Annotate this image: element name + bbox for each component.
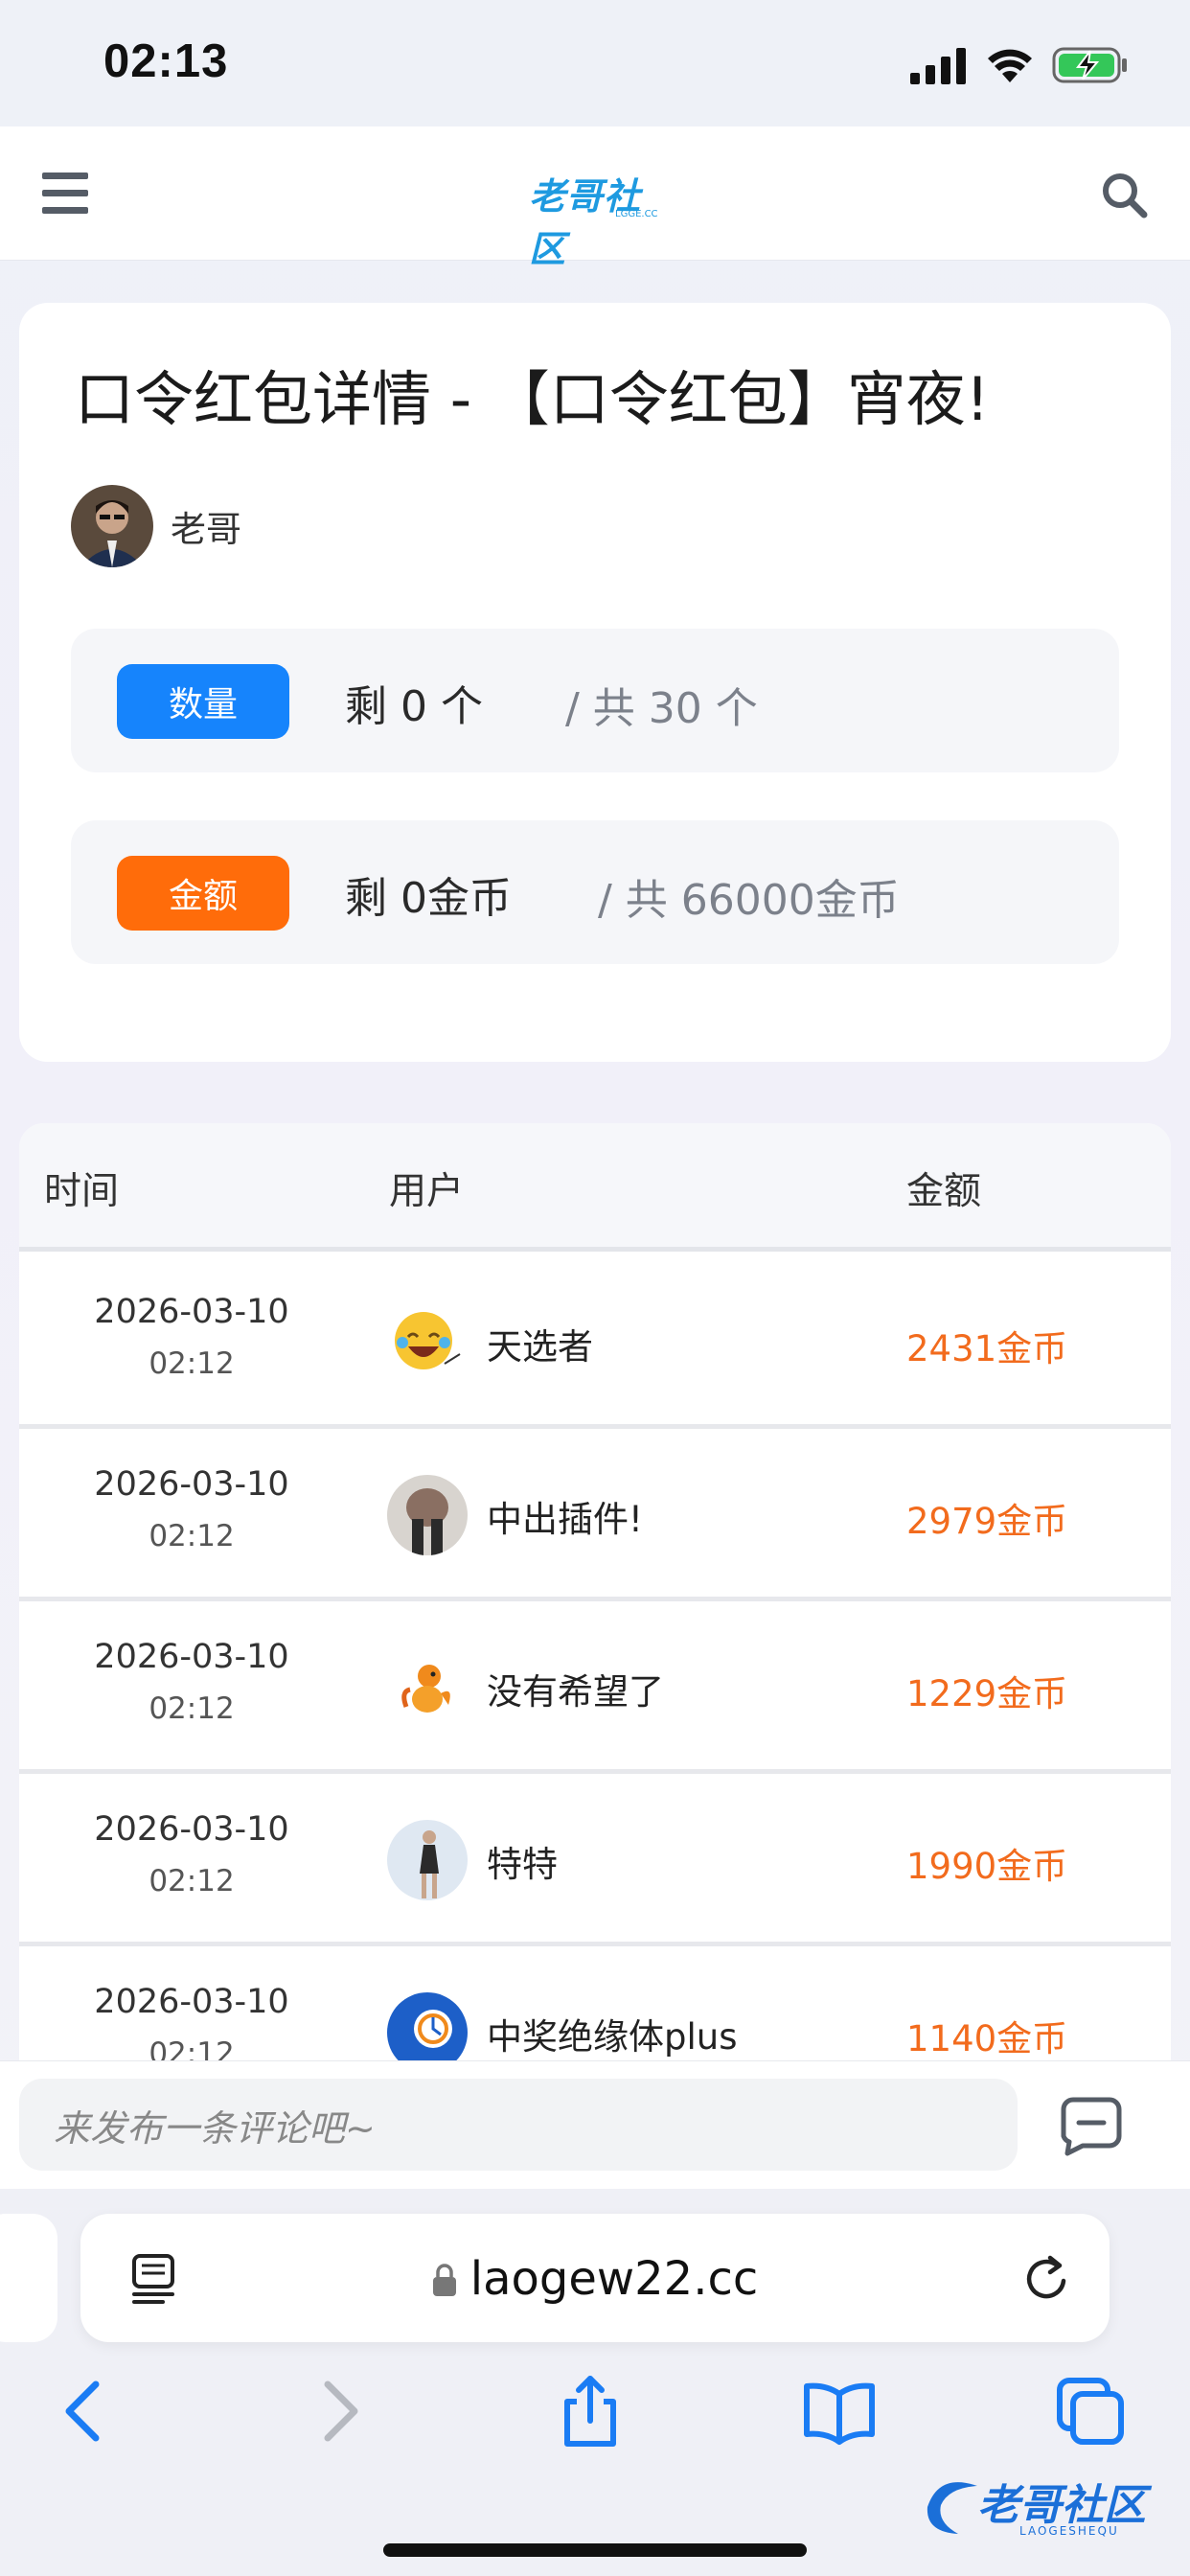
reload-icon[interactable] xyxy=(1021,2252,1073,2304)
row-date: 2026-03-10 xyxy=(94,1983,289,2021)
row-date: 2026-03-10 xyxy=(94,1810,289,1849)
row-amount: 2979金币 xyxy=(906,1501,1068,1542)
logo-subtext: LGGE.CC xyxy=(615,209,658,219)
previous-tab-preview[interactable] xyxy=(0,2214,57,2342)
row-amount: 1229金币 xyxy=(906,1673,1068,1714)
logo-text: 老哥社区 xyxy=(529,175,642,270)
count-info-box: 数量 剩 0 个 / 共 30 个 xyxy=(71,629,1119,772)
table-row: 2026-03-10 02:12 中出插件! 2979金币 xyxy=(19,1429,1171,1601)
figure-avatar[interactable] xyxy=(387,1820,468,1900)
wifi-icon xyxy=(988,49,1032,82)
column-header-user: 用户 xyxy=(389,1170,465,1213)
watermark-text: 老哥社区 xyxy=(977,2481,1146,2530)
row-username[interactable]: 没有希望了 xyxy=(487,1663,664,1714)
row-date: 2026-03-10 xyxy=(94,1638,289,1676)
status-time: 02:13 xyxy=(103,35,229,87)
column-header-amount: 金额 xyxy=(906,1170,982,1213)
row-time: 02:12 xyxy=(149,1346,235,1381)
amount-total: / 共 66000金币 xyxy=(598,876,900,925)
site-logo[interactable]: 老哥社区 LGGE.CC xyxy=(523,165,673,270)
table-row: 2026-03-10 02:12 没有希望了 1229金币 xyxy=(19,1601,1171,1774)
row-username[interactable]: 特特 xyxy=(487,1835,558,1887)
lock-icon xyxy=(432,2264,456,2296)
share-icon[interactable] xyxy=(552,2373,629,2450)
row-amount: 1140金币 xyxy=(906,2018,1068,2059)
row-username[interactable]: 中出插件! xyxy=(487,1490,643,1542)
column-header-time: 时间 xyxy=(44,1170,120,1213)
author-name[interactable]: 老哥 xyxy=(171,500,241,552)
comment-icon[interactable] xyxy=(1060,2094,1123,2157)
photo-avatar[interactable] xyxy=(387,1475,468,1555)
author-avatar[interactable] xyxy=(71,485,153,567)
comment-input[interactable]: 来发布一条评论吧~ xyxy=(19,2079,1018,2171)
row-date: 2026-03-10 xyxy=(94,1465,289,1504)
browser-toolbar: laogew22.cc 老哥社区 LAOGESHEQU xyxy=(0,2189,1190,2576)
comment-bar: 来发布一条评论吧~ xyxy=(0,2060,1190,2189)
dragon-avatar[interactable] xyxy=(387,1647,468,1728)
row-time: 02:12 xyxy=(149,1691,235,1726)
row-amount: 2431金币 xyxy=(906,1328,1068,1369)
laughing-emoji-avatar[interactable] xyxy=(387,1302,468,1383)
redpacket-detail-card: 口令红包详情 - 【口令红包】宵夜! 老哥 数量 剩 0 个 / 共 30 个 … xyxy=(19,303,1171,1062)
amount-badge: 金额 xyxy=(117,856,289,931)
bookmarks-icon[interactable] xyxy=(801,2373,878,2450)
menu-icon[interactable] xyxy=(42,172,88,215)
home-indicator[interactable] xyxy=(383,2543,807,2557)
count-badge: 数量 xyxy=(117,664,289,739)
forward-icon[interactable] xyxy=(301,2373,378,2450)
amount-remaining: 剩 0金币 xyxy=(345,874,512,923)
count-total: / 共 30 个 xyxy=(565,684,758,733)
url-text: laogew22.cc xyxy=(469,2252,759,2306)
status-icons xyxy=(910,42,1140,88)
watermark-subtext: LAOGESHEQU xyxy=(1019,2524,1119,2538)
search-icon[interactable] xyxy=(1098,169,1152,222)
row-amount: 1990金币 xyxy=(906,1846,1068,1887)
row-username[interactable]: 天选者 xyxy=(487,1318,593,1369)
address-bar[interactable]: laogew22.cc xyxy=(80,2214,1110,2342)
site-header: 老哥社区 LGGE.CC xyxy=(0,126,1190,270)
author-row[interactable]: 老哥 xyxy=(71,485,241,567)
count-remaining: 剩 0 个 xyxy=(345,682,483,731)
battery-charging-icon xyxy=(1052,47,1127,83)
tabs-icon[interactable] xyxy=(1052,2373,1129,2450)
signal-icon xyxy=(910,48,966,84)
row-username[interactable]: 中奖绝缘体plus xyxy=(487,2008,738,2059)
table-row: 2026-03-10 02:12 特特 1990金币 xyxy=(19,1774,1171,1946)
url-display[interactable]: laogew22.cc xyxy=(80,2252,1110,2306)
watermark-logo: 老哥社区 LAOGESHEQU xyxy=(920,2467,1179,2543)
status-bar: 02:13 xyxy=(0,0,1190,126)
back-icon[interactable] xyxy=(46,2373,123,2450)
table-row: 2026-03-10 02:12 天选者 2431金币 xyxy=(19,1256,1171,1429)
page-title: 口令红包详情 - 【口令红包】宵夜! xyxy=(75,364,990,434)
amount-info-box: 金额 剩 0金币 / 共 66000金币 xyxy=(71,820,1119,964)
row-time: 02:12 xyxy=(149,1519,235,1553)
row-time: 02:12 xyxy=(149,1864,235,1898)
row-date: 2026-03-10 xyxy=(94,1293,289,1331)
table-header: 时间 用户 金额 xyxy=(19,1123,1171,1252)
